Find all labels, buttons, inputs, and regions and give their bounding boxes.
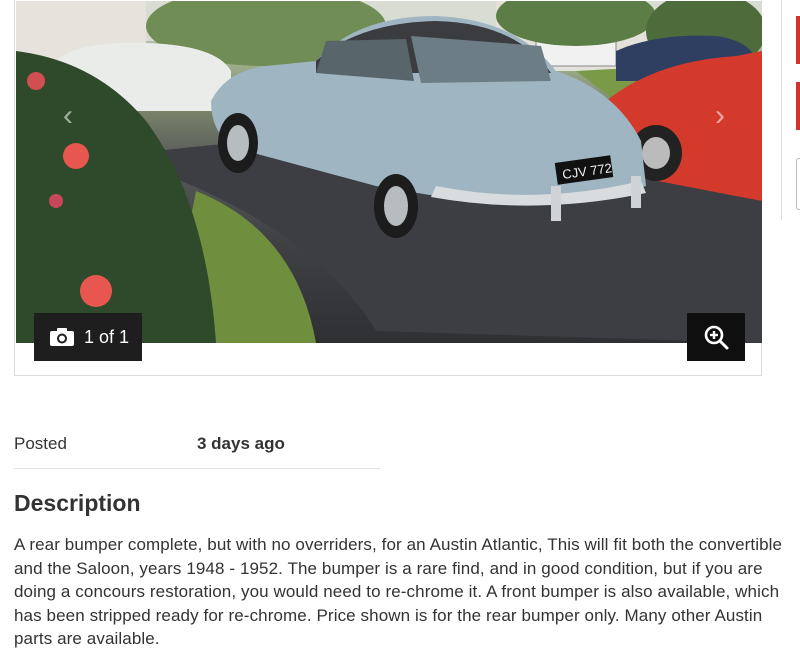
chevron-right-icon[interactable]: ›	[708, 99, 732, 133]
listing-photo[interactable]: CJV 772 ‹ ›	[16, 1, 762, 343]
photo-counter: 1 of 1	[34, 313, 142, 361]
sidebar-action-button[interactable]	[796, 82, 800, 130]
description-text: A rear bumper complete, but with no over…	[14, 535, 783, 649]
posted-row: Posted 3 days ago	[14, 424, 380, 469]
posted-value: 3 days ago	[197, 434, 285, 453]
zoom-in-icon	[704, 325, 729, 350]
chevron-left-icon[interactable]: ‹	[56, 99, 80, 133]
zoom-button[interactable]	[687, 313, 745, 361]
car-photo-illustration: CJV 772	[16, 1, 762, 343]
sidebar-action-button[interactable]	[796, 16, 800, 64]
sidebar-input[interactable]	[796, 158, 800, 210]
photo-counter-label: 1 of 1	[84, 326, 130, 347]
description-heading: Description	[14, 490, 141, 516]
camera-icon	[50, 328, 74, 346]
image-gallery: CJV 772 ‹ › 1 of 1	[14, 0, 762, 376]
posted-label: Posted	[14, 434, 67, 453]
sidebar-divider	[781, 0, 782, 220]
